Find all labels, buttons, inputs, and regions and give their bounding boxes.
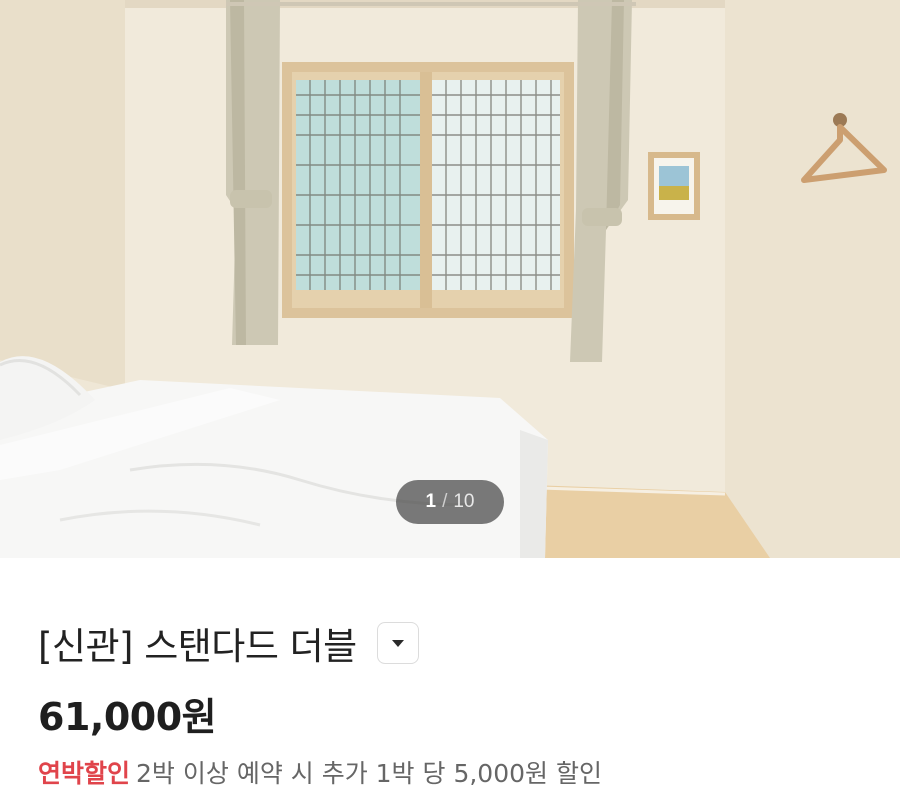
- room-info: [신관] 스탠다드 더블 61,000원 연박할인 2박 이상 예약 시 추가 1…: [0, 558, 900, 809]
- expand-room-details-button[interactable]: [376, 622, 419, 664]
- discount-tag: 연박할인: [38, 759, 131, 788]
- caret-down-icon: [391, 640, 404, 647]
- counter-separator: /: [442, 491, 448, 512]
- room-photo-image: [0, 0, 900, 558]
- room-title: [신관] 스탠다드 더블: [38, 625, 357, 668]
- current-image-index: 1: [425, 491, 437, 512]
- discount-description: 2박 이상 예약 시 추가 1박 당 5,000원 할인: [136, 759, 602, 788]
- title-row: [신관] 스탠다드 더블: [38, 616, 419, 670]
- room-photo[interactable]: 1/10: [0, 0, 900, 558]
- long-stay-discount: 연박할인 2박 이상 예약 시 추가 1박 당 5,000원 할인: [38, 754, 602, 790]
- total-image-count: 10: [453, 491, 475, 512]
- image-counter: 1/10: [396, 480, 504, 524]
- room-price: 61,000원: [38, 695, 217, 739]
